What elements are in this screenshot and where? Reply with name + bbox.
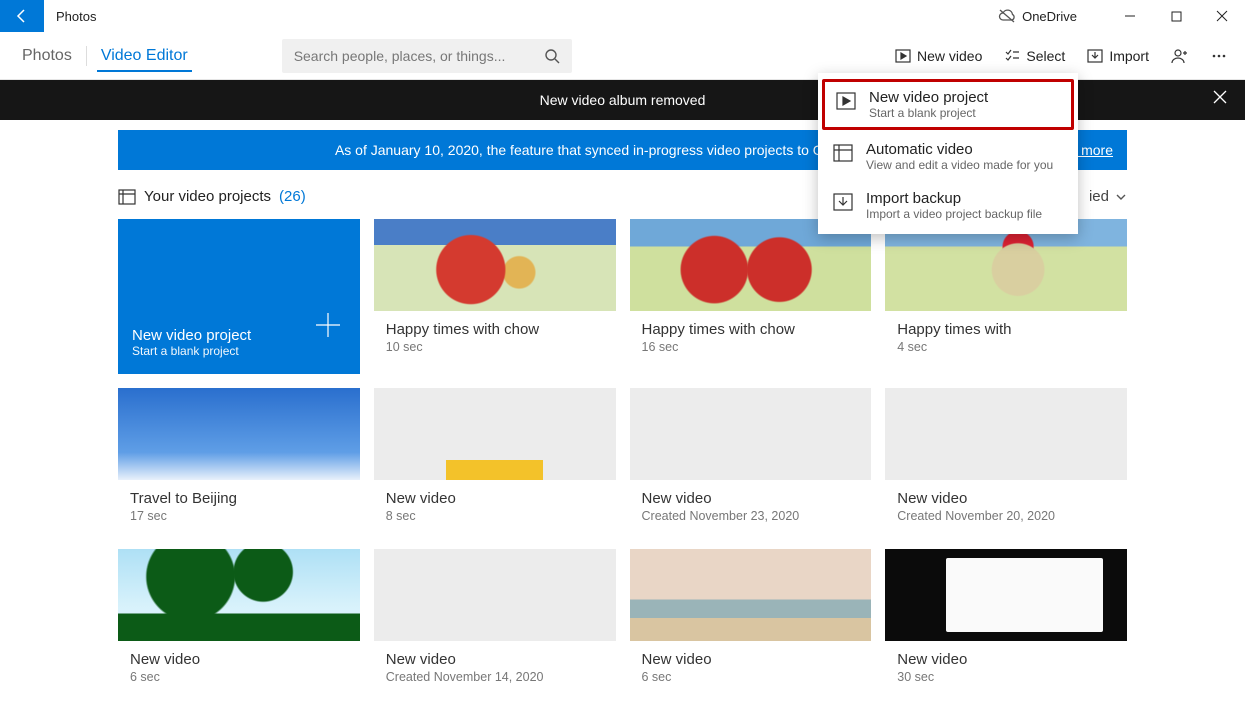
project-card[interactable]: New video8 sec [374, 388, 616, 535]
person-add-icon [1171, 48, 1189, 64]
titlebar: Photos OneDrive [0, 0, 1245, 32]
project-card[interactable]: Happy times with4 sec [885, 219, 1127, 374]
app-title: Photos [44, 9, 96, 24]
menu-automatic-video[interactable]: Automatic videoView and edit a video mad… [818, 132, 1078, 181]
back-button[interactable] [0, 0, 44, 32]
minimize-button[interactable] [1107, 0, 1153, 32]
video-project-icon [835, 89, 857, 110]
import-backup-icon [832, 190, 854, 211]
close-button[interactable] [1199, 0, 1245, 32]
onedrive-status[interactable]: OneDrive [992, 9, 1107, 24]
thumbnail [118, 549, 360, 641]
menu-new-video-project[interactable]: New video projectStart a blank project [822, 79, 1074, 130]
thumbnail [374, 549, 616, 641]
search-placeholder: Search people, places, or things... [294, 48, 506, 64]
project-card[interactable]: New videoCreated November 23, 2020 [630, 388, 872, 535]
new-tile-sub: Start a blank project [132, 344, 346, 358]
cloud-off-icon [998, 9, 1016, 23]
project-card[interactable]: New video6 sec [630, 549, 872, 696]
menu-import-backup[interactable]: Import backupImport a video project back… [818, 181, 1078, 230]
tab-photos[interactable]: Photos [8, 32, 86, 80]
project-card[interactable]: New videoCreated November 14, 2020 [374, 549, 616, 696]
project-card[interactable]: New video6 sec [118, 549, 360, 696]
import-icon [1087, 49, 1103, 63]
new-video-button[interactable]: New video [885, 38, 992, 74]
auto-video-icon [832, 141, 854, 162]
person-button[interactable] [1161, 38, 1199, 74]
thumbnail [118, 388, 360, 480]
select-button[interactable]: Select [994, 38, 1075, 74]
new-project-tile[interactable]: New video project Start a blank project [118, 219, 360, 374]
projects-grid: New video project Start a blank project … [118, 219, 1127, 696]
tab-video-editor[interactable]: Video Editor [87, 32, 202, 80]
new-video-menu: New video projectStart a blank project A… [818, 73, 1078, 234]
project-count: (26) [279, 188, 306, 205]
thumbnail [885, 388, 1127, 480]
chevron-down-icon [1115, 191, 1127, 203]
thumbnail [374, 219, 616, 311]
project-card[interactable]: New video30 sec [885, 549, 1127, 696]
project-card[interactable]: New videoCreated November 20, 2020 [885, 388, 1127, 535]
import-button[interactable]: Import [1077, 38, 1159, 74]
notification-close[interactable] [1213, 90, 1227, 107]
project-card[interactable]: Happy times with chow16 sec [630, 219, 872, 374]
thumbnail [630, 549, 872, 641]
notification-text: New video album removed [540, 92, 706, 108]
thumbnail [374, 388, 616, 480]
more-icon [1211, 48, 1227, 64]
onedrive-label: OneDrive [1022, 9, 1077, 24]
project-card[interactable]: Happy times with chow10 sec [374, 219, 616, 374]
projects-icon [118, 189, 136, 205]
sort-dropdown[interactable]: ied [1089, 188, 1127, 205]
search-input[interactable]: Search people, places, or things... [282, 39, 572, 73]
new-video-icon [895, 49, 911, 63]
maximize-button[interactable] [1153, 0, 1199, 32]
project-card[interactable]: Travel to Beijing17 sec [118, 388, 360, 535]
plus-icon [314, 311, 342, 344]
more-button[interactable] [1201, 38, 1237, 74]
thumbnail [630, 388, 872, 480]
section-label: Your video projects [144, 188, 271, 205]
select-icon [1004, 49, 1020, 63]
search-icon [544, 48, 560, 64]
thumbnail [885, 549, 1127, 641]
